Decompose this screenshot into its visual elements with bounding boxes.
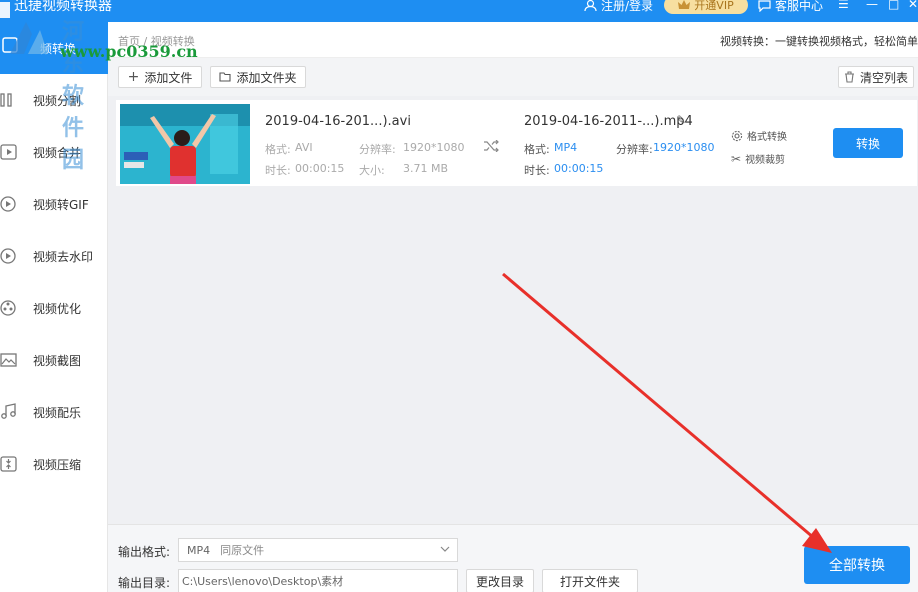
app-logo-icon	[0, 2, 10, 18]
output-dir-label: 输出目录:	[118, 576, 171, 590]
sidebar: 频转换 视频分割 视频合并 视频转GIF 视频去水印 视频优化 视频截图 视频配…	[0, 22, 108, 592]
target-file-name: 2019-04-16-2011-...).mp4	[524, 114, 693, 129]
sidebar-item-compress[interactable]: 视频压缩	[0, 444, 108, 484]
sidebar-item-label: 视频去水印	[33, 249, 94, 264]
sidebar-item-label: 视频截图	[33, 353, 82, 368]
plus-icon: +	[127, 69, 140, 85]
add-folder-label: 添加文件夹	[236, 70, 297, 85]
file-list: 2019-04-16-201...).avi 格式: AVI 分辨率: 1920…	[108, 96, 918, 524]
source-size-value: 3.71 MB	[403, 162, 449, 175]
sidebar-item-split[interactable]: 视频分割	[0, 80, 108, 120]
sidebar-item-watermark[interactable]: 视频去水印	[0, 236, 108, 276]
sidebar-item-label: 视频转GIF	[33, 197, 89, 212]
sidebar-item-gif[interactable]: 视频转GIF	[0, 184, 108, 224]
file-item: 2019-04-16-201...).avi 格式: AVI 分辨率: 1920…	[116, 100, 917, 186]
video-cut-option[interactable]: ✂ 视频裁剪	[731, 151, 786, 167]
sidebar-item-label: 视频合并	[33, 145, 82, 160]
vip-label: 开通VIP	[694, 0, 734, 12]
music-icon	[0, 403, 18, 421]
convert-icon	[2, 37, 18, 53]
video-thumbnail[interactable]	[120, 104, 250, 184]
register-login-label: 注册/登录	[601, 0, 654, 13]
add-file-label: 添加文件	[144, 70, 193, 85]
output-dir-input[interactable]	[178, 569, 458, 592]
optimize-icon	[0, 299, 18, 317]
sidebar-item-screenshot[interactable]: 视频截图	[0, 340, 108, 380]
edit-name-icon[interactable]: ✎	[676, 113, 686, 127]
sidebar-item-label: 视频配乐	[33, 405, 82, 420]
service-center-label: 客服中心	[775, 0, 824, 13]
sidebar-item-video-convert[interactable]: 频转换	[0, 22, 108, 74]
add-folder-button[interactable]: 添加文件夹	[210, 66, 306, 88]
gif-icon	[0, 195, 18, 213]
sidebar-item-optimize[interactable]: 视频优化	[0, 288, 108, 328]
gear-icon	[731, 130, 743, 141]
close-icon[interactable]: ✕	[908, 0, 918, 11]
page-description: 视频转换：一键转换视频格式，轻松简单	[720, 35, 918, 48]
add-file-button[interactable]: + 添加文件	[118, 66, 202, 88]
convert-button[interactable]: 转换	[833, 128, 903, 158]
toolbar: + 添加文件 添加文件夹 清空列表	[108, 58, 918, 96]
sidebar-item-label: 视频优化	[33, 301, 82, 316]
split-icon	[0, 91, 18, 109]
source-format-value: AVI	[295, 141, 313, 154]
clear-list-button[interactable]: 清空列表	[838, 66, 914, 88]
folder-icon	[219, 72, 232, 82]
convert-all-button[interactable]: 全部转换	[804, 546, 910, 584]
screenshot-icon	[0, 351, 18, 369]
video-cut-label: 视频裁剪	[745, 155, 786, 166]
app-title: 迅捷视频转换器	[14, 0, 112, 14]
compress-icon	[0, 455, 18, 473]
scissors-icon: ✂	[731, 151, 742, 166]
crown-icon	[678, 0, 691, 9]
source-file-name: 2019-04-16-201...).avi	[265, 114, 411, 129]
merge-icon	[0, 143, 18, 161]
sidebar-item-music[interactable]: 视频配乐	[0, 392, 108, 432]
source-format-label: 格式:	[265, 143, 291, 156]
source-resolution-value: 1920*1080	[403, 141, 465, 154]
page-header: 首页 / 视频转换 视频转换：一键转换视频格式，轻松简单	[108, 22, 918, 58]
output-format-label: 输出格式:	[118, 545, 171, 559]
sidebar-item-label: 视频分割	[33, 93, 82, 108]
user-icon	[584, 0, 597, 12]
breadcrumb: 首页 / 视频转换	[118, 35, 195, 48]
source-size-label: 大小:	[359, 164, 385, 177]
chevron-down-icon	[440, 546, 450, 552]
source-duration-label: 时长:	[265, 164, 291, 177]
clear-list-label: 清空列表	[859, 70, 908, 85]
maximize-icon[interactable]: □	[888, 0, 899, 11]
sidebar-item-label: 频转换	[40, 42, 77, 56]
output-format-select[interactable]: MP4 同原文件	[178, 538, 458, 562]
target-format-label: 格式:	[524, 143, 550, 156]
source-resolution-label: 分辨率:	[359, 143, 396, 156]
title-bar: 迅捷视频转换器 注册/登录 开通VIP 客服中心 ☰ — □ ✕	[0, 0, 918, 22]
target-format-value: MP4	[554, 141, 578, 154]
watermark-remove-icon	[0, 247, 18, 265]
sidebar-item-label: 视频压缩	[33, 457, 82, 472]
sidebar-item-merge[interactable]: 视频合并	[0, 132, 108, 172]
format-convert-label: 格式转换	[747, 132, 787, 143]
trash-icon	[844, 71, 854, 83]
open-folder-button[interactable]: 打开文件夹	[542, 569, 638, 592]
chat-icon	[758, 0, 771, 12]
shuffle-icon	[484, 140, 499, 152]
target-resolution-value: 1920*1080	[653, 141, 715, 154]
minimize-icon[interactable]: —	[866, 0, 878, 11]
output-quality-value: 同原文件	[220, 544, 265, 557]
change-dir-button[interactable]: 更改目录	[466, 569, 534, 592]
register-login-link[interactable]: 注册/登录	[584, 0, 653, 14]
output-settings: 输出格式: MP4 同原文件 输出目录: 更改目录 打开文件夹 全部转换	[108, 524, 918, 592]
service-center-link[interactable]: 客服中心	[758, 0, 823, 14]
vip-button[interactable]: 开通VIP	[664, 0, 748, 14]
menu-icon[interactable]: ☰	[838, 0, 849, 11]
target-resolution-label: 分辨率:	[616, 143, 653, 156]
output-format-value: MP4	[187, 543, 211, 557]
target-duration-label: 时长:	[524, 164, 550, 177]
source-duration-value: 00:00:15	[295, 162, 345, 175]
target-duration-value: 00:00:15	[554, 162, 604, 175]
format-convert-option[interactable]: 格式转换	[731, 128, 787, 143]
